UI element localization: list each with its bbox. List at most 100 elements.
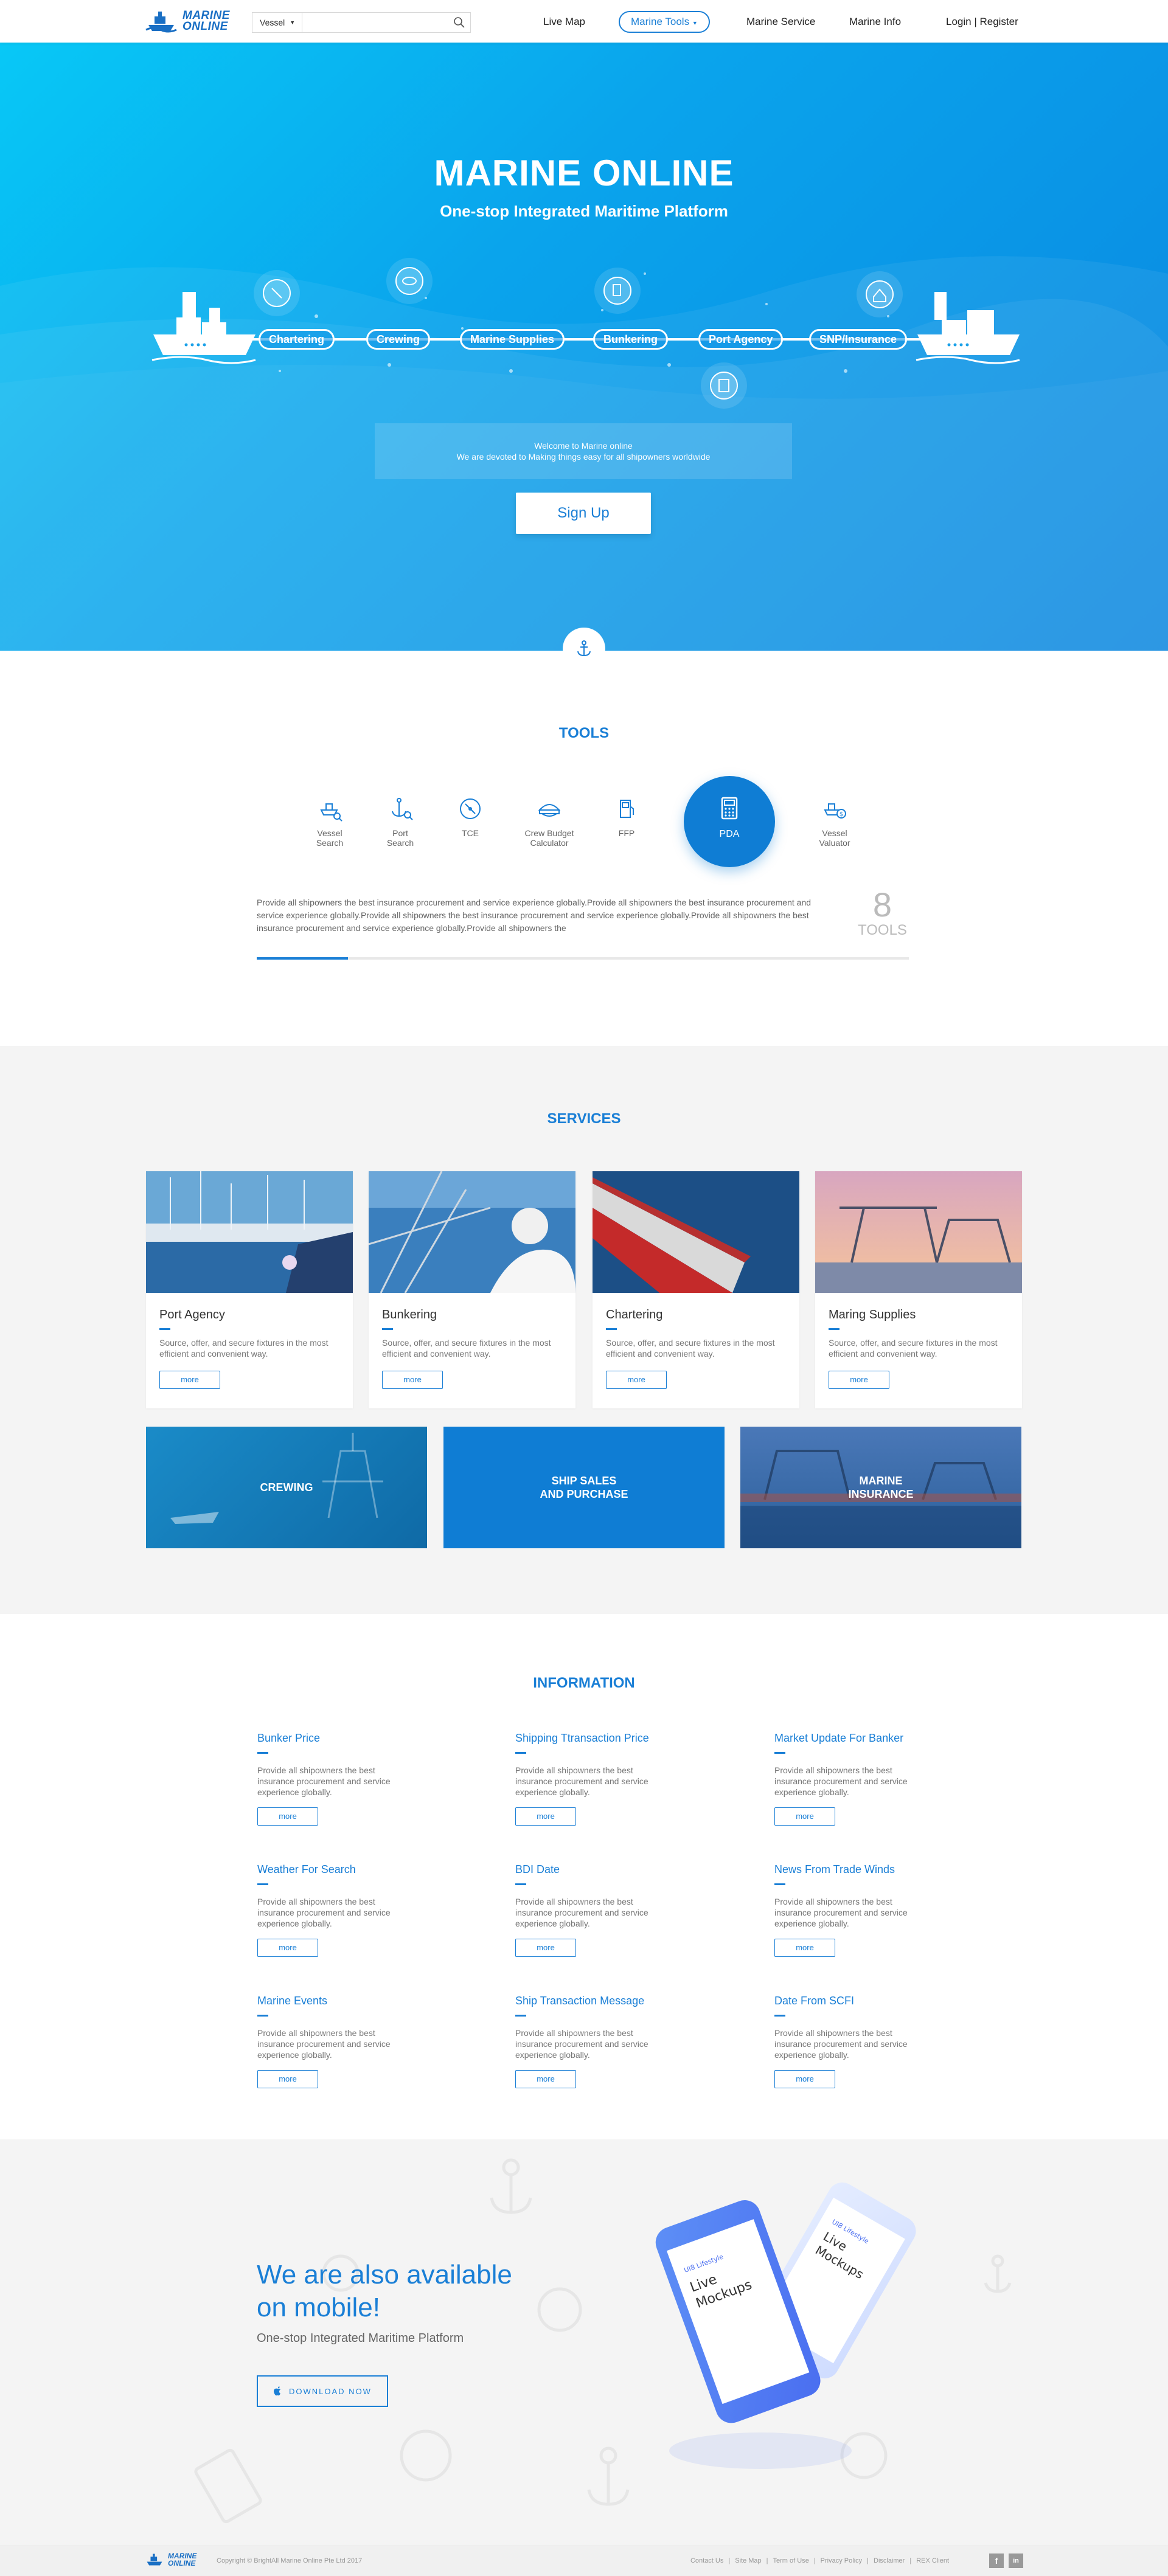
- vessel-valuator-icon: $: [824, 803, 846, 819]
- info-accent-line: [515, 1883, 526, 1885]
- banner-ship-sales[interactable]: SHIP SALES AND PURCHASE: [443, 1427, 725, 1548]
- house-icon: [857, 271, 903, 317]
- tool-label: Search: [316, 838, 344, 848]
- more-button[interactable]: more: [774, 1807, 835, 1826]
- compass-icon: [254, 270, 300, 316]
- route-bunkering[interactable]: Bunkering: [593, 329, 669, 350]
- tools-title: TOOLS: [558, 725, 610, 741]
- tool-vessel-search[interactable]: Vessel Search: [296, 795, 363, 848]
- card-desc: Source, offer, and secure fixtures in th…: [606, 1338, 775, 1359]
- info-title[interactable]: BDI Date: [515, 1863, 698, 1876]
- footer-link-separator: |: [766, 2557, 768, 2564]
- footer-logo[interactable]: MARINE ONLINE: [145, 2552, 196, 2567]
- nav-marine-info[interactable]: Marine Info: [849, 11, 901, 33]
- footer-link[interactable]: Term of Use: [773, 2557, 809, 2564]
- tool-pda-active[interactable]: PDA: [684, 776, 775, 867]
- port-search-icon: [392, 798, 413, 820]
- info-desc: Provide all shipowners the best insuranc…: [774, 1897, 908, 1928]
- info-title[interactable]: Bunker Price: [257, 1732, 440, 1745]
- route-port-agency[interactable]: Port Agency: [698, 329, 784, 350]
- footer-link[interactable]: Site Map: [735, 2557, 761, 2564]
- info-title[interactable]: Weather For Search: [257, 1863, 440, 1876]
- info-desc: Provide all shipowners the best insuranc…: [257, 1897, 391, 1928]
- footer-link[interactable]: REX Client: [916, 2557, 949, 2564]
- facebook-icon[interactable]: f: [989, 2553, 1004, 2568]
- info-accent-line: [515, 1752, 526, 1754]
- mobile-subtitle: One-stop Integrated Maritime Platform: [257, 2332, 464, 2345]
- scroll-anchor-button[interactable]: [563, 628, 605, 670]
- more-button[interactable]: more: [829, 1371, 889, 1389]
- info-desc: Provide all shipowners the best insuranc…: [515, 2028, 648, 2060]
- info-accent-line: [257, 1883, 268, 1885]
- signup-button[interactable]: Sign Up: [516, 493, 651, 534]
- svg-text:$: $: [839, 811, 843, 818]
- info-title[interactable]: Date From SCFI: [774, 1995, 957, 2007]
- tool-ffp[interactable]: FFP: [593, 795, 660, 838]
- more-button[interactable]: more: [774, 2070, 835, 2088]
- mobile-title-line1: We are also available: [257, 2260, 512, 2290]
- info-title[interactable]: Ship Transaction Message: [515, 1995, 698, 2007]
- route-crewing[interactable]: Crewing: [366, 329, 431, 350]
- more-button[interactable]: more: [382, 1371, 443, 1389]
- tool-vessel-valuator[interactable]: $ Vessel Valuator: [801, 795, 868, 848]
- nav-marine-service[interactable]: Marine Service: [746, 11, 815, 33]
- calculator-icon: [721, 797, 738, 820]
- more-button[interactable]: more: [515, 1807, 576, 1826]
- tanker-ship-image: [593, 1171, 799, 1293]
- search-input[interactable]: [302, 13, 448, 32]
- info-title[interactable]: Market Update For Banker: [774, 1732, 957, 1745]
- more-button[interactable]: more: [774, 1939, 835, 1957]
- linkedin-icon[interactable]: in: [1009, 2553, 1023, 2568]
- tools-progress[interactable]: [257, 957, 909, 960]
- banner-crewing[interactable]: CREWING: [146, 1427, 427, 1548]
- info-title[interactable]: Marine Events: [257, 1995, 440, 2007]
- search-type-select[interactable]: Vessel ▼: [252, 13, 302, 32]
- footer-link[interactable]: Privacy Policy: [821, 2557, 862, 2564]
- info-title[interactable]: Shipping Ttransaction Price: [515, 1732, 698, 1745]
- footer-logo-line2: ONLINE: [168, 2559, 196, 2567]
- tool-label: PDA: [719, 829, 740, 839]
- route-chartering[interactable]: Chartering: [259, 329, 335, 350]
- more-button[interactable]: more: [515, 1939, 576, 1957]
- nav-live-map[interactable]: Live Map: [543, 11, 585, 33]
- download-now-button[interactable]: DOWNLOAD NOW: [257, 2375, 388, 2407]
- nav-login-register[interactable]: Login | Register: [946, 11, 1018, 33]
- banner-label: AND PURCHASE: [540, 1488, 628, 1500]
- more-button[interactable]: more: [257, 2070, 318, 2088]
- mobile-title-line2: on mobile!: [257, 2293, 381, 2322]
- more-button[interactable]: more: [159, 1371, 220, 1389]
- logo[interactable]: MARINE ONLINE: [145, 7, 230, 35]
- info-desc: Provide all shipowners the best insuranc…: [774, 2028, 908, 2060]
- more-button[interactable]: more: [606, 1371, 667, 1389]
- route-snp-insurance[interactable]: SNP/Insurance: [809, 329, 908, 350]
- info-desc: Provide all shipowners the best insuranc…: [515, 1765, 648, 1797]
- service-card-maring-supplies: Maring Supplies Source, offer, and secur…: [815, 1171, 1022, 1408]
- more-button[interactable]: more: [257, 1807, 318, 1826]
- copyright: Copyright © BrightAll Marine Online Pte …: [217, 2557, 363, 2564]
- worker-image: [368, 1171, 575, 1293]
- more-button[interactable]: more: [515, 2070, 576, 2088]
- info-title[interactable]: News From Trade Winds: [774, 1863, 957, 1876]
- nav-marine-tools[interactable]: Marine Tools ▼: [619, 11, 710, 33]
- caret-down-icon: ▼: [290, 19, 296, 26]
- tool-label: TCE: [462, 828, 479, 838]
- search-icon[interactable]: [448, 16, 470, 29]
- card-desc: Source, offer, and secure fixtures in th…: [159, 1338, 328, 1359]
- banner-marine-insurance[interactable]: MARINE INSURANCE: [740, 1427, 1021, 1548]
- footer-link[interactable]: Contact Us: [690, 2557, 723, 2564]
- card-accent-line: [159, 1328, 170, 1330]
- tool-crew-budget[interactable]: Crew Budget Calculator: [516, 795, 583, 848]
- tool-tce[interactable]: TCE: [437, 795, 504, 838]
- nav-marine-tools-label: Marine Tools: [631, 16, 690, 27]
- route-marine-supplies[interactable]: Marine Supplies: [460, 329, 565, 350]
- background-doodles: [194, 2158, 1012, 2524]
- footer-link[interactable]: Disclaimer: [874, 2557, 905, 2564]
- tool-label: Valuator: [819, 838, 850, 848]
- logo-text: MARINE ONLINE: [182, 10, 230, 32]
- banner-label: INSURANCE: [848, 1488, 914, 1500]
- tool-port-search[interactable]: Port Search: [367, 795, 434, 848]
- info-accent-line: [774, 1883, 785, 1885]
- site-header: MARINE ONLINE Vessel ▼ Live Map Marine T…: [0, 0, 1168, 43]
- ship-logo-icon: [147, 2553, 162, 2566]
- more-button[interactable]: more: [257, 1939, 318, 1957]
